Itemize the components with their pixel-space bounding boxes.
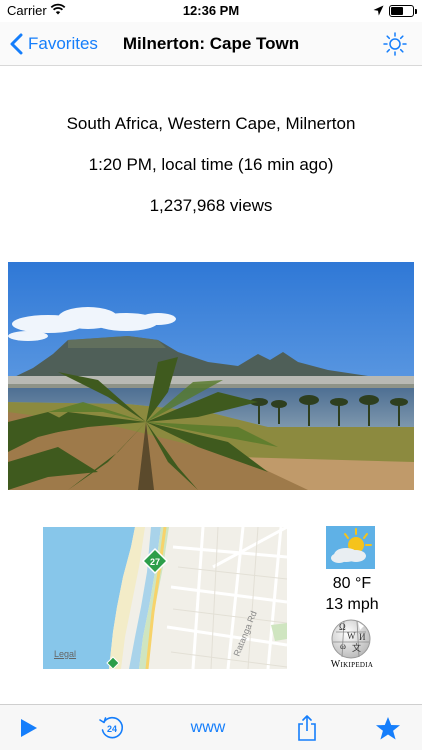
history-24-icon: 24 <box>99 716 124 739</box>
wind-speed: 13 mph <box>325 596 379 613</box>
play-icon <box>21 719 37 737</box>
svg-text:Ω: Ω <box>339 622 346 632</box>
local-time-text: 1:20 PM, local time (16 min ago) <box>88 155 334 174</box>
weather-icon[interactable] <box>326 526 375 569</box>
clock: 12:36 PM <box>182 3 240 18</box>
share-button[interactable] <box>292 705 322 750</box>
svg-text:И: И <box>359 632 366 642</box>
history-badge: 24 <box>107 724 117 734</box>
route-number: 27 <box>150 557 160 567</box>
star-icon <box>376 716 400 739</box>
navigation-bar: Favorites Milnerton: Cape Town <box>0 22 422 66</box>
svg-text:ω: ω <box>340 641 346 651</box>
favorite-star-button[interactable] <box>372 705 404 750</box>
webcam-image[interactable] <box>8 262 414 490</box>
location-text: South Africa, Western Cape, Milnerton <box>66 114 356 133</box>
temperature: 80 °F <box>332 575 372 592</box>
chevron-left-icon <box>10 33 23 55</box>
location-arrow-icon <box>373 4 384 19</box>
map-legal-link[interactable]: Legal <box>54 649 76 659</box>
wikipedia-label: Wikipedia <box>300 659 404 670</box>
brightness-icon[interactable] <box>382 31 408 57</box>
www-button[interactable]: www <box>180 705 236 750</box>
play-button[interactable] <box>14 705 44 750</box>
back-button-label: Favorites <box>28 34 98 53</box>
location-map[interactable]: Ratanga Rd 27 Legal <box>43 527 287 669</box>
views-count: 1,237,968 views <box>149 196 273 215</box>
back-button[interactable]: Favorites <box>10 22 98 66</box>
history-24h-button[interactable]: 24 <box>96 705 128 750</box>
wikipedia-globe-icon[interactable]: Ω W И ω 文 <box>330 618 372 660</box>
battery-level <box>391 7 403 15</box>
svg-text:W: W <box>347 631 356 641</box>
share-icon <box>298 715 316 741</box>
status-bar: Carrier 12:36 PM <box>0 0 422 22</box>
bottom-toolbar: 24 www <box>0 704 422 750</box>
svg-text:文: 文 <box>352 642 361 653</box>
battery-icon <box>389 5 417 17</box>
wikipedia-label-text: Wikipedia <box>330 659 374 670</box>
